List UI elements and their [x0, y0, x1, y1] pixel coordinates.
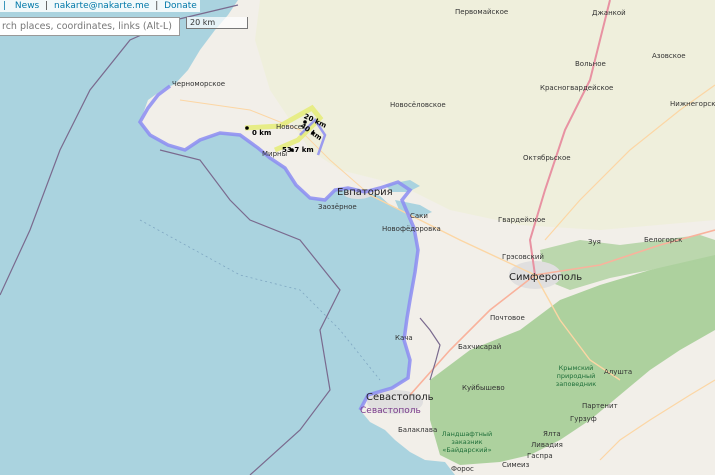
place-label: Симферополь	[509, 272, 583, 283]
place-label: Ливадия	[531, 441, 563, 449]
place-label: Гвардейское	[498, 216, 546, 224]
place-label: Форос	[451, 465, 474, 473]
place-label: Новофёдоровка	[382, 225, 441, 233]
place-label: Партенит	[582, 402, 618, 410]
place-label: Азовское	[652, 52, 686, 60]
scale-label: 20 km	[190, 18, 216, 27]
email-link[interactable]: nakarte@nakarte.me	[54, 1, 149, 11]
place-label: Мирны	[262, 150, 288, 158]
link-icon[interactable]: |	[3, 1, 6, 11]
top-link-bar: | News | nakarte@nakarte.me | Donate	[0, 0, 200, 12]
scale-bar: 20 km	[186, 17, 248, 29]
place-label: Симеиз	[502, 461, 530, 469]
place-label: Евпатория	[337, 187, 393, 198]
place-label: Ялта	[543, 430, 561, 438]
place-label: Белогорск	[644, 236, 683, 244]
place-label: Джанкой	[592, 9, 626, 17]
news-link[interactable]: News	[15, 1, 39, 11]
place-label: Кача	[395, 334, 413, 342]
reserve-label: Крымский природный заповедник	[555, 364, 597, 388]
place-label: Первомайское	[455, 8, 509, 16]
place-label: Куйбышево	[462, 384, 505, 392]
place-label: Бахчисарай	[458, 343, 502, 351]
place-label: Грэсовский	[502, 253, 544, 261]
place-label: Вольное	[575, 60, 606, 68]
search-placeholder: rch places, coordinates, links (Alt-L)	[2, 21, 172, 32]
place-label: Алушта	[604, 368, 633, 376]
distance-label: 0 km	[252, 129, 272, 137]
place-label: Красногвардейское	[540, 84, 614, 92]
place-label: Гаспра	[527, 452, 553, 460]
place-label: Новосе	[276, 123, 303, 131]
search-input[interactable]: rch places, coordinates, links (Alt-L)	[0, 17, 180, 36]
place-label: Почтовое	[490, 314, 525, 322]
place-label: Гурзуф	[570, 415, 597, 423]
donate-link[interactable]: Donate	[164, 1, 197, 11]
place-label: Севастополь	[366, 392, 434, 403]
reserve-label: Ландшафтный заказник «Байдарский»	[441, 430, 493, 454]
place-label: Заозёрное	[318, 203, 357, 211]
place-label: Октябрьское	[523, 154, 571, 162]
place-label: Зуя	[588, 238, 601, 246]
place-label: Севастополь	[360, 406, 421, 416]
place-label: Черноморское	[172, 80, 226, 88]
place-label: Саки	[410, 212, 428, 220]
place-label: Нижнегорский	[670, 100, 715, 108]
place-label: Новосёловское	[390, 101, 446, 109]
